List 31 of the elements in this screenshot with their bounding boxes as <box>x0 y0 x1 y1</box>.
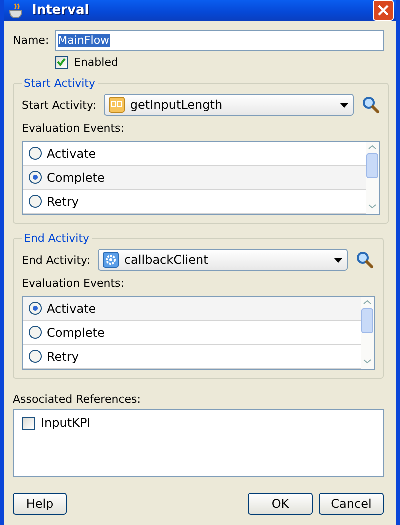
event-option[interactable]: Activate <box>23 297 361 321</box>
search-icon[interactable] <box>356 251 374 269</box>
flow-icon <box>109 97 126 113</box>
help-button[interactable]: Help <box>13 493 67 515</box>
events-label: Evaluation Events: <box>22 277 126 290</box>
dialog-button[interactable]: Cancel <box>319 493 384 515</box>
group-legend: Start Activity <box>22 77 98 90</box>
window-title: Interval <box>32 3 90 18</box>
search-icon[interactable] <box>362 96 380 114</box>
events-label: Evaluation Events: <box>22 122 126 135</box>
reference-label: InputKPI <box>41 416 91 430</box>
event-option[interactable]: Complete <box>23 166 366 190</box>
group-legend: End Activity <box>22 232 92 245</box>
activity-dropdown[interactable]: getInputLength <box>104 94 354 116</box>
references-label: Associated References: <box>13 393 142 406</box>
name-label: Name: <box>13 34 50 47</box>
scrollbar[interactable] <box>366 142 380 214</box>
name-input[interactable]: MainFlow <box>55 30 384 51</box>
close-button[interactable] <box>373 0 394 21</box>
scrollbar[interactable] <box>361 297 374 369</box>
dropdown-arrow-icon <box>334 258 344 262</box>
dropdown-arrow-icon <box>340 102 350 108</box>
enabled-checkbox[interactable] <box>55 56 68 69</box>
gear-icon <box>103 252 120 268</box>
dialog-button[interactable]: OK <box>248 493 313 515</box>
close-icon <box>378 5 389 16</box>
reference-checkbox[interactable] <box>22 416 35 430</box>
activity-label: Start Activity: <box>22 98 96 112</box>
enabled-label: Enabled <box>74 56 118 69</box>
activity-label: End Activity: <box>22 254 90 266</box>
activity-dropdown[interactable]: callbackClient <box>98 249 348 271</box>
